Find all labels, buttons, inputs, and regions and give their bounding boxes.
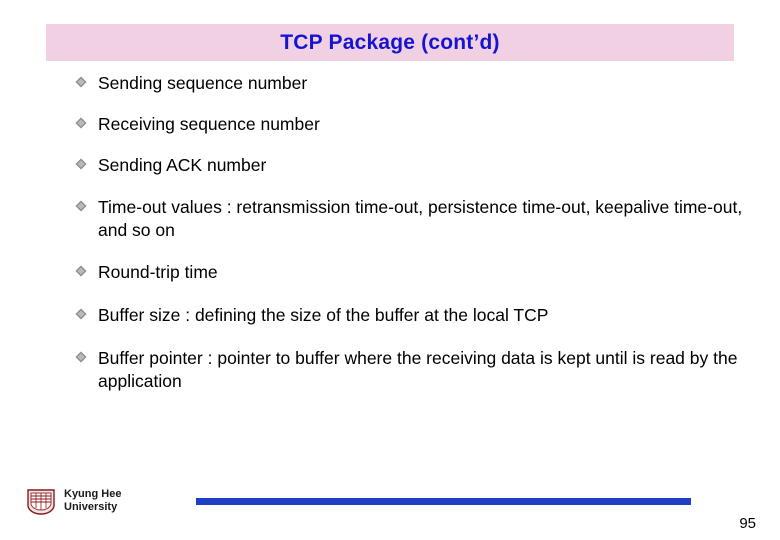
list-item-label: Round-trip time	[98, 262, 218, 283]
page-number: 95	[739, 515, 756, 532]
list-item: Time-out values : retransmission time-ou…	[70, 196, 750, 242]
list-item: Buffer pointer : pointer to buffer where…	[70, 347, 750, 393]
diamond-bullet-icon	[74, 116, 88, 130]
diamond-bullet-icon	[74, 157, 88, 171]
university-name: Kyung Hee University	[64, 488, 121, 515]
university-name-line1: Kyung Hee	[64, 487, 122, 500]
diamond-bullet-icon	[74, 199, 88, 213]
diamond-bullet-icon	[74, 75, 88, 89]
list-item-label: Buffer pointer : pointer to buffer where…	[98, 347, 738, 391]
page-title: TCP Package (cont’d)	[280, 30, 500, 54]
footer-divider	[196, 498, 691, 505]
slide: TCP Package (cont’d) Sending sequence nu…	[0, 0, 780, 540]
list-item-label: Sending ACK number	[98, 155, 267, 176]
slide-title-bar: TCP Package (cont’d)	[46, 24, 734, 61]
diamond-bullet-icon	[74, 307, 88, 321]
list-item: Receiving sequence number	[70, 113, 750, 136]
university-name-line2: University	[64, 501, 118, 513]
list-item-label: Receiving sequence number	[98, 114, 320, 135]
list-item: Sending ACK number	[70, 154, 750, 177]
list-item-label: Sending sequence number	[98, 73, 308, 93]
university-logo: Kyung Hee University	[24, 484, 121, 518]
list-item: Buffer size : defining the size of the b…	[70, 304, 750, 327]
diamond-bullet-icon	[74, 350, 88, 364]
list-item-label: Buffer size : defining the size of the b…	[98, 304, 549, 325]
bullet-list: Sending sequence number Receiving sequen…	[70, 72, 750, 412]
crest-icon	[24, 484, 58, 518]
list-item: Round-trip time	[70, 261, 750, 284]
list-item: Sending sequence number	[70, 72, 750, 95]
list-item-label: Time-out values : retransmission time-ou…	[98, 197, 743, 241]
diamond-bullet-icon	[74, 264, 88, 278]
